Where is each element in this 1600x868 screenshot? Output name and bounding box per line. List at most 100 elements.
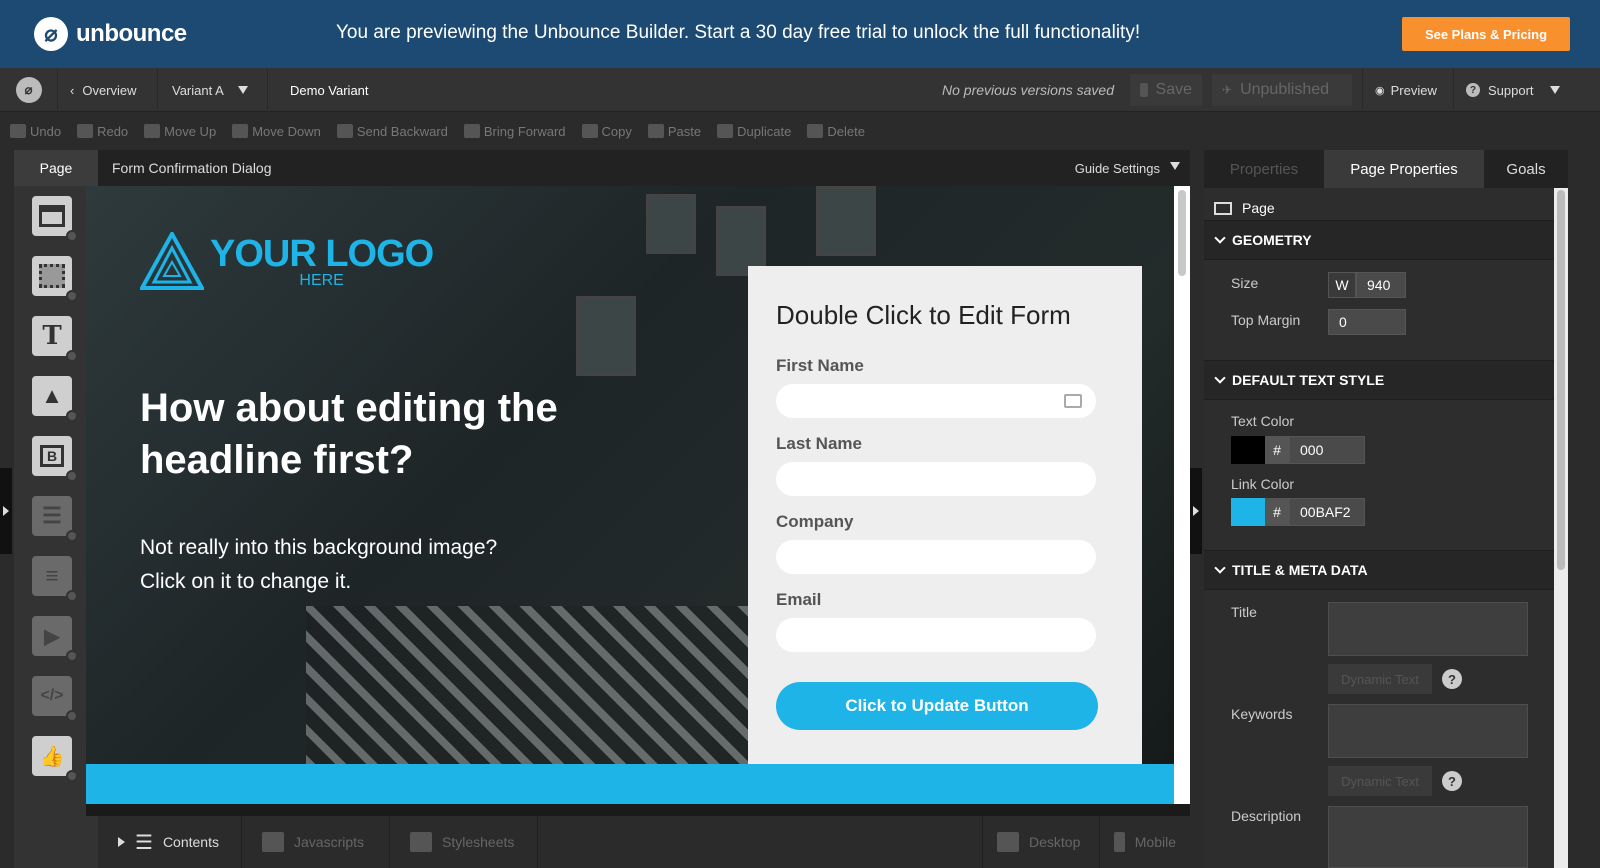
button-tool-button[interactable]: B	[32, 436, 78, 482]
section-tool-button[interactable]	[32, 196, 78, 242]
list-tool-button[interactable]: ≡	[32, 556, 78, 602]
send-backward-icon	[336, 124, 353, 138]
edit-toolbar: Undo Redo Move Up Move Down Send Backwar…	[0, 112, 1600, 150]
page-canvas[interactable]: YOUR LOGO HERE How about editing the hea…	[86, 186, 1190, 816]
bring-forward-button[interactable]: Bring Forward	[463, 124, 566, 139]
duplicate-label: Duplicate	[737, 123, 792, 139]
canvas-header: Form Confirmation Dialog Guide Settings	[98, 150, 1190, 186]
javascripts-button[interactable]: Javascripts	[242, 816, 390, 868]
move-up-label: Move Up	[164, 123, 217, 139]
top-margin-input[interactable]: 0	[1328, 309, 1406, 335]
left-panel-toggle[interactable]	[0, 468, 12, 554]
scrollbar-thumb[interactable]	[1557, 190, 1565, 570]
overview-button[interactable]: ‹ Overview	[58, 68, 158, 112]
guide-settings-dropdown[interactable]: Guide Settings	[1075, 161, 1160, 176]
variant-label: Variant A	[172, 82, 224, 98]
unbounce-home-icon: ⌀	[15, 77, 42, 103]
keywords-textarea[interactable]	[1328, 704, 1528, 758]
promo-banner: ⌀ unbounce You are previewing the Unboun…	[0, 0, 1600, 68]
width-input[interactable]: 940	[1356, 272, 1406, 298]
canvas-scrollbar[interactable]	[1174, 186, 1190, 804]
description-label: Description	[1231, 808, 1302, 824]
text-color-input[interactable]: 000	[1289, 436, 1365, 464]
cursor-button-icon: B	[39, 445, 65, 467]
stylesheets-button[interactable]: Stylesheets	[390, 816, 538, 868]
help-icon[interactable]: ?	[1442, 771, 1462, 791]
variant-name[interactable]: Demo Variant	[268, 68, 468, 112]
tab-page-properties[interactable]: Page Properties	[1324, 150, 1484, 188]
move-down-label: Move Down	[252, 123, 321, 139]
copy-button[interactable]: Copy	[581, 124, 632, 139]
triangle-logo-icon	[140, 232, 204, 290]
link-color-input[interactable]: 00BAF2	[1289, 498, 1365, 526]
play-icon: ▶	[44, 625, 60, 648]
footer-section[interactable]	[86, 764, 1174, 804]
contents-button[interactable]: ☰ Contents	[98, 816, 242, 868]
image-icon: ▲	[41, 383, 63, 408]
headline-text[interactable]: How about editing the headline first?	[140, 382, 560, 486]
subheadline-text[interactable]: Not really into this background image? C…	[140, 531, 520, 599]
delete-button[interactable]: Delete	[807, 124, 865, 139]
company-input[interactable]	[776, 540, 1096, 574]
panel-scrollbar[interactable]	[1554, 188, 1568, 868]
title-dynamic-text-button[interactable]: Dynamic Text	[1328, 664, 1432, 694]
form-tool-button[interactable]: ☰	[32, 496, 78, 542]
move-down-button[interactable]: Move Down	[232, 124, 321, 139]
unpublished-button[interactable]: ✈ Unpublished	[1212, 74, 1352, 106]
meta-section-header[interactable]: TITLE & META DATA	[1204, 550, 1554, 590]
see-plans-button[interactable]: See Plans & Pricing	[1402, 17, 1570, 51]
code-tool-button[interactable]: </>	[32, 676, 78, 722]
mobile-view-button[interactable]: Mobile	[1100, 816, 1190, 868]
move-up-button[interactable]: Move Up	[144, 124, 216, 139]
hero-background-image[interactable]: YOUR LOGO HERE How about editing the hea…	[86, 186, 1174, 766]
email-input[interactable]	[776, 618, 1096, 652]
copy-icon	[581, 124, 598, 138]
paste-button[interactable]: Paste	[647, 124, 701, 139]
video-tool-button[interactable]: ▶	[32, 616, 78, 662]
link-color-swatch[interactable]	[1231, 498, 1265, 526]
logo-placeholder[interactable]: YOUR LOGO HERE	[140, 232, 434, 290]
tab-properties[interactable]: Properties	[1204, 150, 1324, 188]
chevron-down-icon	[1214, 562, 1226, 574]
link-color-label: Link Color	[1231, 476, 1295, 492]
variant-dropdown[interactable]: Variant A	[158, 68, 268, 112]
last-name-input[interactable]	[776, 462, 1096, 496]
form-submit-button[interactable]: Click to Update Button	[776, 682, 1098, 730]
top-margin-label: Top Margin	[1231, 312, 1301, 328]
contents-label: Contents	[162, 834, 219, 850]
app-home-button[interactable]: ⌀	[0, 68, 58, 112]
lead-form[interactable]: Double Click to Edit Form First Name Las…	[748, 266, 1142, 766]
right-panel-toggle[interactable]	[1190, 468, 1202, 554]
first-name-input[interactable]	[776, 384, 1096, 418]
move-up-icon	[144, 124, 161, 138]
social-tool-button[interactable]: 👍	[32, 736, 78, 782]
save-label: Save	[1155, 81, 1192, 98]
box-tool-button[interactable]	[32, 256, 78, 302]
css-file-icon	[410, 832, 432, 852]
send-backward-button[interactable]: Send Backward	[336, 124, 448, 139]
redo-button[interactable]: Redo	[77, 124, 128, 139]
undo-button[interactable]: Undo	[10, 124, 61, 139]
text-color-swatch[interactable]	[1231, 436, 1265, 464]
size-label: Size	[1231, 275, 1259, 291]
thumbs-up-icon: 👍	[39, 745, 65, 768]
trial-message: You are previewing the Unbounce Builder.…	[336, 22, 1141, 43]
support-dropdown[interactable]: ? Support	[1454, 68, 1600, 112]
preview-button[interactable]: ◉ Preview	[1362, 68, 1454, 112]
duplicate-button[interactable]: Duplicate	[717, 124, 791, 139]
tab-goals[interactable]: Goals	[1484, 150, 1568, 188]
title-textarea[interactable]	[1328, 602, 1528, 656]
image-tool-button[interactable]: ▲	[32, 376, 78, 422]
keywords-dynamic-text-button[interactable]: Dynamic Text	[1328, 766, 1432, 796]
geometry-section-header[interactable]: GEOMETRY	[1204, 220, 1554, 260]
desktop-view-button[interactable]: Desktop	[982, 816, 1100, 868]
brand-logo[interactable]: ⌀ unbounce	[34, 17, 187, 51]
scrollbar-thumb[interactable]	[1178, 190, 1186, 276]
help-icon[interactable]: ?	[1442, 669, 1462, 689]
text-style-section-header[interactable]: DEFAULT TEXT STYLE	[1204, 360, 1554, 400]
description-textarea[interactable]	[1328, 806, 1528, 868]
page-tab[interactable]: Page	[14, 150, 98, 186]
preview-label: Preview	[1390, 82, 1437, 98]
text-tool-button[interactable]: T	[32, 316, 78, 362]
save-button[interactable]: Save	[1130, 74, 1202, 106]
